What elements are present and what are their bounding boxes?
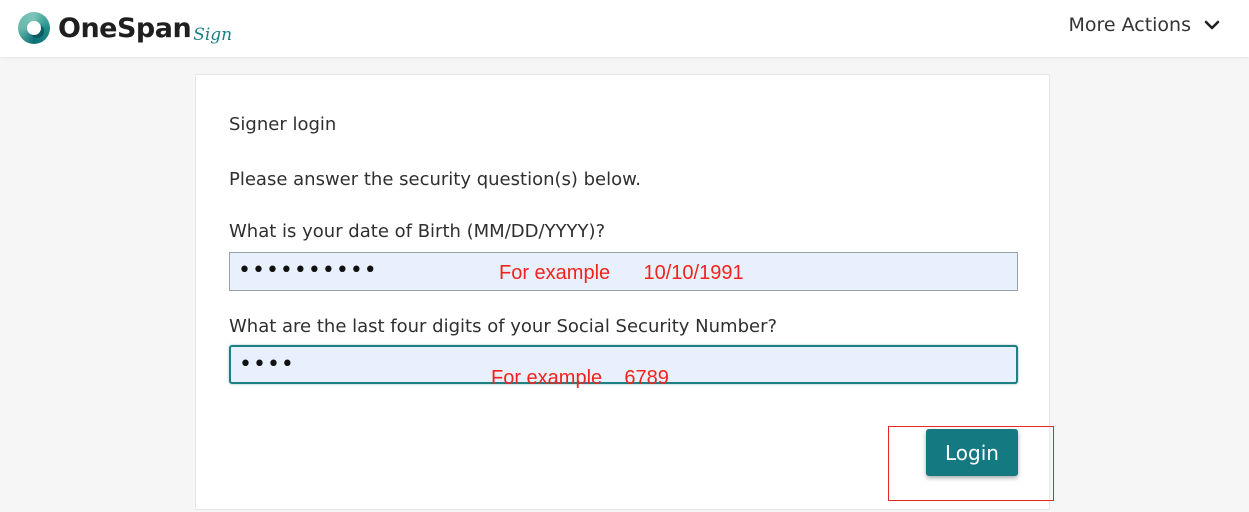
logo-text: OneSpan — [58, 12, 192, 44]
logo-suffix: Sign — [193, 25, 233, 45]
card-instructions: Please answer the security question(s) b… — [229, 169, 641, 190]
ssn-question-label: What are the last four digits of your So… — [229, 316, 778, 337]
login-button[interactable]: Login — [926, 429, 1018, 476]
top-header: OneSpan Sign More Actions — [0, 0, 1249, 57]
onespan-logo[interactable]: OneSpan Sign — [18, 8, 232, 48]
ssn-example-annotation: For example 6789 — [491, 367, 669, 389]
more-actions-menu[interactable]: More Actions — [1068, 14, 1221, 36]
dob-question-label: What is your date of Birth (MM/DD/YYYY)? — [229, 221, 606, 242]
dob-example-annotation: For example 10/10/1991 — [499, 262, 744, 284]
card-title: Signer login — [229, 114, 337, 135]
more-actions-label: More Actions — [1068, 14, 1191, 36]
onespan-logo-icon — [18, 12, 50, 44]
chevron-down-icon — [1204, 20, 1220, 30]
signer-login-card: Signer login Please answer the security … — [195, 74, 1050, 510]
